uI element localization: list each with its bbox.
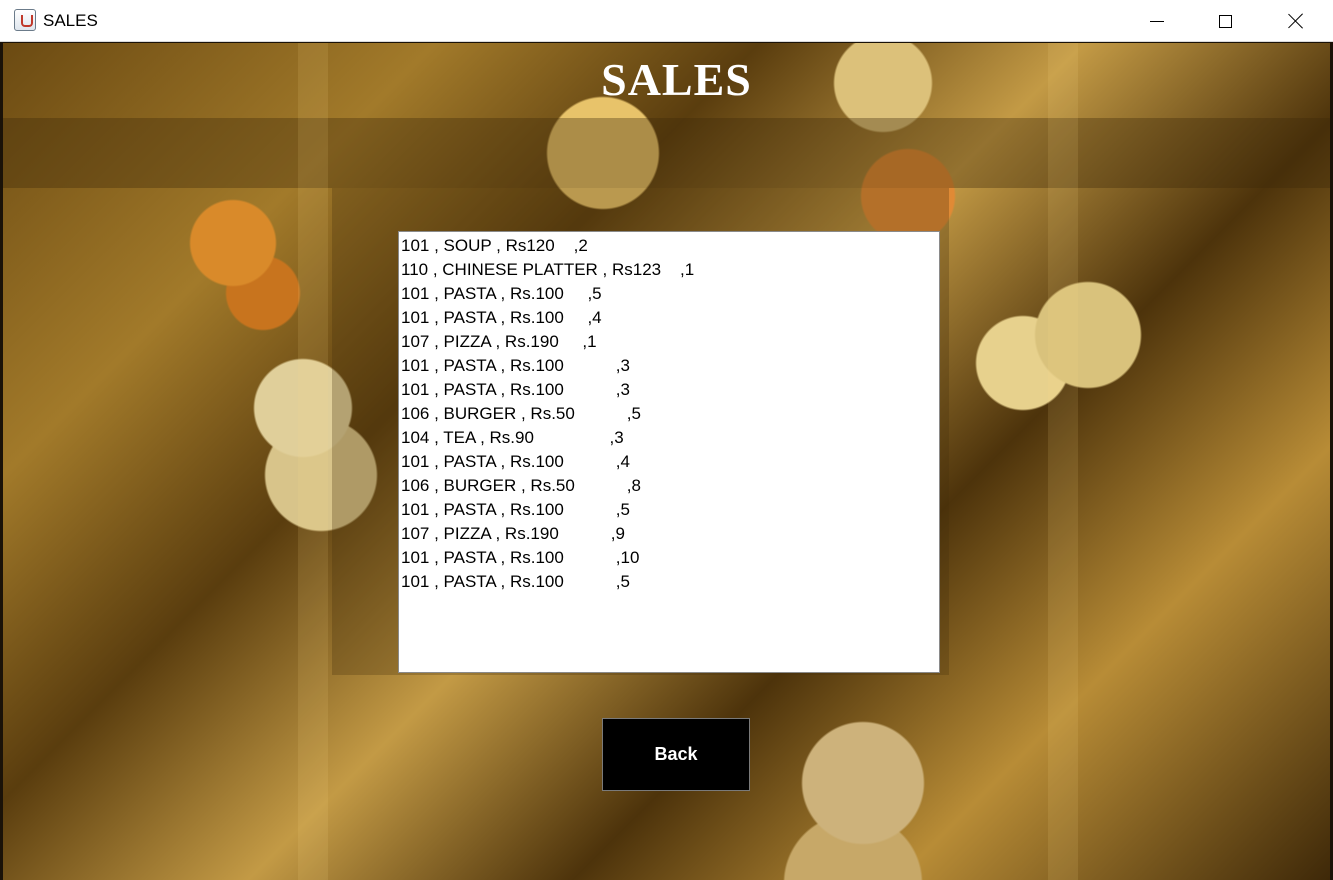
minimize-button[interactable] (1122, 0, 1192, 42)
list-item[interactable]: 101 , SOUP , Rs120 ,2 (401, 234, 939, 258)
content-pane: SALES 101 , SOUP , Rs120 ,2 110 , CHINES… (3, 43, 1330, 880)
list-item[interactable]: 110 , CHINESE PLATTER , Rs123 ,1 (401, 258, 939, 282)
list-item[interactable]: 101 , PASTA , Rs.100 ,5 (401, 282, 939, 306)
back-button[interactable]: Back (602, 718, 750, 791)
list-item[interactable]: 101 , PASTA , Rs.100 ,10 (401, 546, 939, 570)
page-title: SALES (601, 54, 752, 105)
list-item[interactable]: 101 , PASTA , Rs.100 ,5 (401, 498, 939, 522)
list-item[interactable]: 101 , PASTA , Rs.100 ,4 (401, 450, 939, 474)
list-item[interactable]: 106 , BURGER , Rs.50 ,5 (401, 402, 939, 426)
background-stripe (298, 43, 328, 880)
window-title: SALES (43, 11, 98, 30)
maximize-button[interactable] (1190, 0, 1260, 42)
list-item[interactable]: 106 , BURGER , Rs.50 ,8 (401, 474, 939, 498)
sales-list[interactable]: 101 , SOUP , Rs120 ,2 110 , CHINESE PLAT… (398, 231, 940, 673)
background-stripe (1048, 43, 1078, 880)
list-item[interactable]: 101 , PASTA , Rs.100 ,3 (401, 354, 939, 378)
minimize-icon (1150, 20, 1164, 22)
list-item[interactable]: 101 , PASTA , Rs.100 ,5 (401, 570, 939, 594)
window-titlebar: SALES (0, 0, 1333, 42)
list-item[interactable]: 107 , PIZZA , Rs.190 ,9 (401, 522, 939, 546)
list-item[interactable]: 101 , PASTA , Rs.100 ,3 (401, 378, 939, 402)
java-cup-icon (14, 9, 36, 31)
background-band (3, 118, 1330, 188)
list-item[interactable]: 104 , TEA , Rs.90 ,3 (401, 426, 939, 450)
list-item[interactable]: 107 , PIZZA , Rs.190 ,1 (401, 330, 939, 354)
list-item[interactable]: 101 , PASTA , Rs.100 ,4 (401, 306, 939, 330)
close-icon (1288, 13, 1304, 29)
maximize-icon (1218, 14, 1232, 28)
close-button[interactable] (1261, 0, 1331, 42)
